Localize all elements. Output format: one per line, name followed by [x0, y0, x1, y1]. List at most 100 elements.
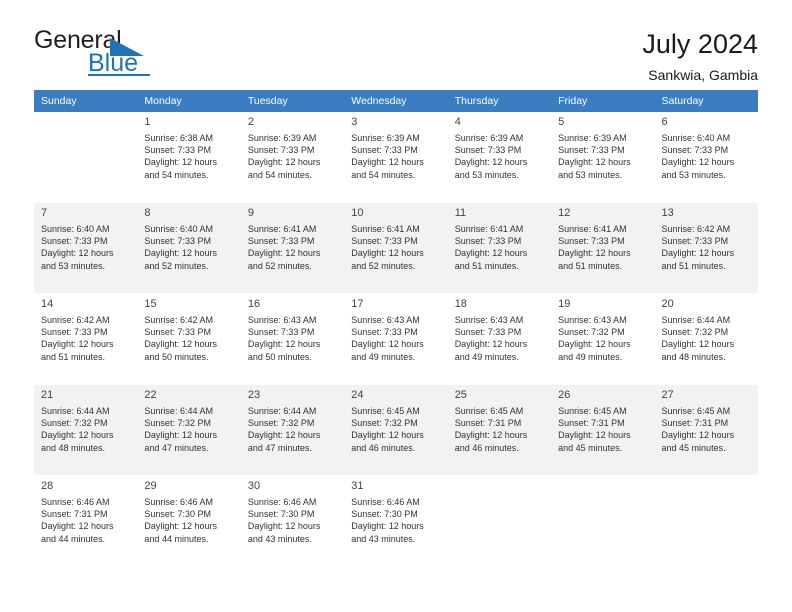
- day-number: 4: [454, 116, 461, 128]
- day-details: Sunrise: 6:42 AM Sunset: 7:33 PM Daylight:…: [144, 314, 233, 363]
- calendar-day-cell[interactable]: 26 Sunrise: 6:45 AM Sunset: 7:31 PM Dayligh…: [551, 384, 655, 476]
- day-details: Sunrise: 6:45 AM Sunset: 7:31 PM Daylight:…: [662, 405, 751, 454]
- day-sunrise-text: Sunrise: 6:43 AM: [351, 315, 420, 325]
- calendar-day-cell[interactable]: 16 Sunrise: 6:43 AM Sunset: 7:33 PM Dayligh…: [240, 293, 345, 385]
- day-daylight1-text: Daylight: 12 hours: [351, 248, 424, 259]
- day-cell-inner: 31 Sunrise: 6:46 AM Sunset: 7:30 PM Dayligh…: [344, 476, 447, 566]
- calendar-day-cell[interactable]: 13 Sunrise: 6:42 AM Sunset: 7:33 PM Dayligh…: [654, 202, 758, 294]
- day-sunrise-text: Sunrise: 6:40 AM: [144, 224, 213, 234]
- general-blue-logo[interactable]: General Blue: [34, 28, 164, 78]
- calendar-day-cell[interactable]: 30 Sunrise: 6:46 AM Sunset: 7:30 PM Dayligh…: [240, 475, 345, 567]
- weekday-header-wednesday: Wednesday: [344, 90, 448, 112]
- day-sunset-text: Sunset: 7:31 PM: [661, 418, 729, 429]
- calendar-day-cell[interactable]: 21 Sunrise: 6:44 AM Sunset: 7:32 PM Dayligh…: [34, 384, 138, 476]
- day-details: Sunrise: 6:41 AM Sunset: 7:33 PM Daylight:…: [248, 223, 337, 272]
- calendar-day-cell[interactable]: 22 Sunrise: 6:44 AM Sunset: 7:32 PM Dayligh…: [137, 384, 241, 476]
- calendar-day-cell[interactable]: 20 Sunrise: 6:44 AM Sunset: 7:32 PM Dayligh…: [654, 293, 758, 385]
- calendar-day-cell[interactable]: 6 Sunrise: 6:40 AM Sunset: 7:33 PM Daylight…: [654, 112, 758, 203]
- calendar-day-cell[interactable]: 5 Sunrise: 6:39 AM Sunset: 7:33 PM Daylight…: [551, 112, 655, 203]
- day-daylight2-text: and 47 minutes.: [247, 442, 312, 453]
- calendar-day-cell[interactable]: 19 Sunrise: 6:43 AM Sunset: 7:32 PM Dayligh…: [551, 293, 655, 385]
- day-cell-inner: 6 Sunrise: 6:40 AM Sunset: 7:33 PM Daylight…: [655, 112, 758, 202]
- calendar-day-cell[interactable]: 24 Sunrise: 6:45 AM Sunset: 7:32 PM Dayligh…: [344, 384, 448, 476]
- calendar-day-cell[interactable]: 17 Sunrise: 6:43 AM Sunset: 7:33 PM Dayligh…: [344, 293, 448, 385]
- calendar-week-row: 1 Sunrise: 6:38 AM Sunset: 7:33 PM Daylight…: [34, 112, 758, 203]
- day-details: Sunrise: 6:39 AM Sunset: 7:33 PM Daylight:…: [558, 132, 647, 181]
- day-daylight1-text: Daylight: 12 hours: [661, 430, 735, 441]
- day-daylight2-text: and 53 minutes.: [558, 169, 623, 180]
- calendar-day-cell[interactable]: 1 Sunrise: 6:38 AM Sunset: 7:33 PM Daylight…: [137, 112, 241, 203]
- day-number: 23: [247, 389, 261, 401]
- day-daylight1-text: Daylight: 12 hours: [247, 248, 321, 259]
- day-sunrise-text: Sunrise: 6:38 AM: [144, 133, 213, 143]
- day-cell-inner: 15 Sunrise: 6:42 AM Sunset: 7:33 PM Dayligh…: [137, 294, 240, 384]
- day-cell-inner: 20 Sunrise: 6:44 AM Sunset: 7:32 PM Dayligh…: [655, 294, 758, 384]
- weekday-header-tuesday: Tuesday: [240, 90, 345, 112]
- calendar-day-cell[interactable]: 7 Sunrise: 6:40 AM Sunset: 7:33 PM Daylight…: [34, 202, 138, 294]
- day-number: 22: [144, 389, 157, 401]
- calendar-day-cell[interactable]: 29 Sunrise: 6:46 AM Sunset: 7:30 PM Dayligh…: [137, 475, 241, 567]
- day-daylight1-text: Daylight: 12 hours: [247, 430, 321, 441]
- day-cell-inner: 7 Sunrise: 6:40 AM Sunset: 7:33 PM Daylight…: [34, 203, 137, 293]
- calendar-day-cell[interactable]: 8 Sunrise: 6:40 AM Sunset: 7:33 PM Daylight…: [137, 202, 241, 294]
- day-details: Sunrise: 6:39 AM Sunset: 7:33 PM Daylight:…: [351, 132, 440, 181]
- calendar-day-cell[interactable]: 18 Sunrise: 6:43 AM Sunset: 7:33 PM Dayligh…: [447, 293, 552, 385]
- day-cell-inner: 24 Sunrise: 6:45 AM Sunset: 7:32 PM Dayligh…: [344, 385, 447, 475]
- calendar-day-cell[interactable]: 28 Sunrise: 6:46 AM Sunset: 7:31 PM Dayligh…: [34, 475, 138, 567]
- day-details: Sunrise: 6:46 AM Sunset: 7:30 PM Daylight:…: [351, 496, 440, 545]
- day-cell-inner: [551, 476, 654, 566]
- day-cell-inner: 11 Sunrise: 6:41 AM Sunset: 7:33 PM Dayligh…: [448, 203, 551, 293]
- day-details: Sunrise: 6:46 AM Sunset: 7:30 PM Daylight:…: [248, 496, 337, 545]
- day-sunset-text: Sunset: 7:33 PM: [351, 327, 418, 338]
- day-number: 11: [454, 207, 467, 219]
- calendar-day-cell[interactable]: 10 Sunrise: 6:41 AM Sunset: 7:33 PM Dayligh…: [344, 202, 448, 294]
- day-sunrise-text: Sunrise: 6:46 AM: [41, 497, 110, 507]
- day-sunset-text: Sunset: 7:33 PM: [454, 236, 522, 247]
- day-number: 30: [247, 480, 261, 492]
- day-number: 25: [454, 389, 467, 401]
- day-daylight1-text: Daylight: 12 hours: [661, 339, 735, 350]
- calendar-day-cell[interactable]: 4 Sunrise: 6:39 AM Sunset: 7:33 PM Daylight…: [447, 112, 552, 203]
- day-daylight2-text: and 50 minutes.: [144, 351, 209, 362]
- day-cell-inner: 26 Sunrise: 6:45 AM Sunset: 7:31 PM Dayligh…: [551, 385, 654, 475]
- calendar-empty-cell: [551, 475, 655, 567]
- calendar-day-cell[interactable]: 23 Sunrise: 6:44 AM Sunset: 7:32 PM Dayligh…: [240, 384, 345, 476]
- day-cell-inner: 4 Sunrise: 6:39 AM Sunset: 7:33 PM Daylight…: [448, 112, 551, 202]
- day-sunset-text: Sunset: 7:33 PM: [144, 327, 211, 338]
- calendar-table: Sunday Monday Tuesday Wednesday Thursday…: [34, 90, 758, 567]
- day-cell-inner: 2 Sunrise: 6:39 AM Sunset: 7:33 PM Daylight…: [241, 112, 344, 202]
- calendar-week-row: 28 Sunrise: 6:46 AM Sunset: 7:31 PM Dayligh…: [34, 475, 758, 567]
- calendar-day-cell[interactable]: 15 Sunrise: 6:42 AM Sunset: 7:33 PM Dayligh…: [137, 293, 241, 385]
- day-sunrise-text: Sunrise: 6:43 AM: [247, 315, 317, 325]
- day-details: Sunrise: 6:44 AM Sunset: 7:32 PM Daylight:…: [41, 405, 130, 454]
- day-details: Sunrise: 6:39 AM Sunset: 7:33 PM Daylight:…: [248, 132, 337, 181]
- calendar-day-cell[interactable]: 2 Sunrise: 6:39 AM Sunset: 7:33 PM Daylight…: [240, 112, 345, 203]
- calendar-day-cell[interactable]: 9 Sunrise: 6:41 AM Sunset: 7:33 PM Daylight…: [240, 202, 345, 294]
- day-number: 9: [247, 207, 254, 219]
- day-sunrise-text: Sunrise: 6:41 AM: [351, 224, 420, 234]
- calendar-body: 1 Sunrise: 6:38 AM Sunset: 7:33 PM Daylight…: [34, 112, 758, 567]
- calendar-day-cell[interactable]: 12 Sunrise: 6:41 AM Sunset: 7:33 PM Dayligh…: [551, 202, 655, 294]
- calendar-day-cell[interactable]: 25 Sunrise: 6:45 AM Sunset: 7:31 PM Dayligh…: [447, 384, 552, 476]
- day-cell-inner: 25 Sunrise: 6:45 AM Sunset: 7:31 PM Dayligh…: [448, 385, 551, 475]
- calendar-day-cell[interactable]: 11 Sunrise: 6:41 AM Sunset: 7:33 PM Dayligh…: [447, 202, 552, 294]
- calendar-day-cell[interactable]: 14 Sunrise: 6:42 AM Sunset: 7:33 PM Dayligh…: [34, 293, 138, 385]
- day-cell-inner: 13 Sunrise: 6:42 AM Sunset: 7:33 PM Dayligh…: [655, 203, 758, 293]
- day-daylight2-text: and 43 minutes.: [351, 533, 416, 544]
- calendar-day-cell[interactable]: 27 Sunrise: 6:45 AM Sunset: 7:31 PM Dayligh…: [654, 384, 758, 476]
- day-sunset-text: Sunset: 7:33 PM: [41, 236, 108, 247]
- day-daylight1-text: Daylight: 12 hours: [558, 430, 631, 441]
- day-daylight1-text: Daylight: 12 hours: [41, 339, 114, 350]
- day-details: Sunrise: 6:46 AM Sunset: 7:30 PM Daylight:…: [144, 496, 233, 545]
- day-sunset-text: Sunset: 7:30 PM: [144, 509, 211, 520]
- day-daylight1-text: Daylight: 12 hours: [247, 157, 321, 168]
- calendar-day-cell[interactable]: 3 Sunrise: 6:39 AM Sunset: 7:33 PM Daylight…: [344, 112, 448, 203]
- day-number: 6: [661, 116, 668, 128]
- day-sunset-text: Sunset: 7:32 PM: [558, 327, 625, 338]
- day-sunset-text: Sunset: 7:30 PM: [351, 509, 418, 520]
- calendar-day-cell[interactable]: 31 Sunrise: 6:46 AM Sunset: 7:30 PM Dayligh…: [344, 475, 448, 567]
- day-number: 16: [247, 298, 261, 310]
- day-details: Sunrise: 6:38 AM Sunset: 7:33 PM Daylight:…: [144, 132, 233, 181]
- day-number: 8: [144, 207, 151, 219]
- day-daylight2-text: and 51 minutes.: [454, 260, 519, 271]
